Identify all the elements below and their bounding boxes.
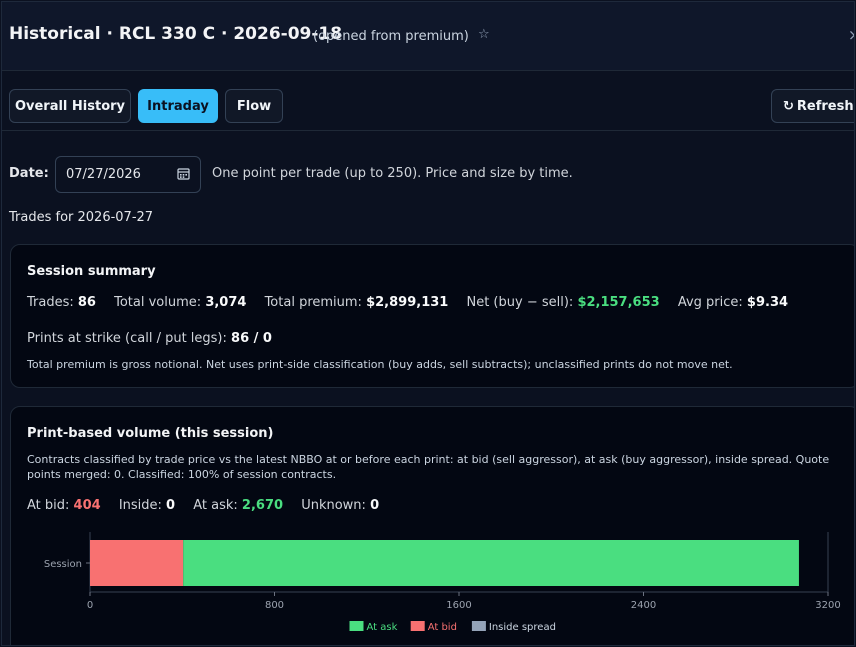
- x-tick-label: 1600: [446, 600, 471, 611]
- bar-at-bid: [90, 540, 184, 586]
- legend-label: Inside spread: [489, 622, 556, 633]
- x-tick-label: 0: [87, 600, 93, 611]
- bar-at-ask: [183, 540, 799, 586]
- print-volume-chart: Session 0 800 1600 2400 3200 At ask At bid Insid…: [44, 532, 841, 633]
- historical-window: Historical · RCL 330 C · 2026-09-18 (ope…: [1, 1, 855, 646]
- x-tick-label: 3200: [815, 600, 840, 611]
- legend-swatch: [471, 621, 486, 631]
- legend-label: At ask: [367, 622, 398, 633]
- legend-label: At bid: [428, 622, 457, 633]
- legend-swatch: [410, 621, 425, 631]
- x-tick-label: 2400: [631, 600, 656, 611]
- category-label: Session: [44, 559, 82, 570]
- legend-swatch: [349, 621, 364, 631]
- x-tick-label: 800: [265, 600, 284, 611]
